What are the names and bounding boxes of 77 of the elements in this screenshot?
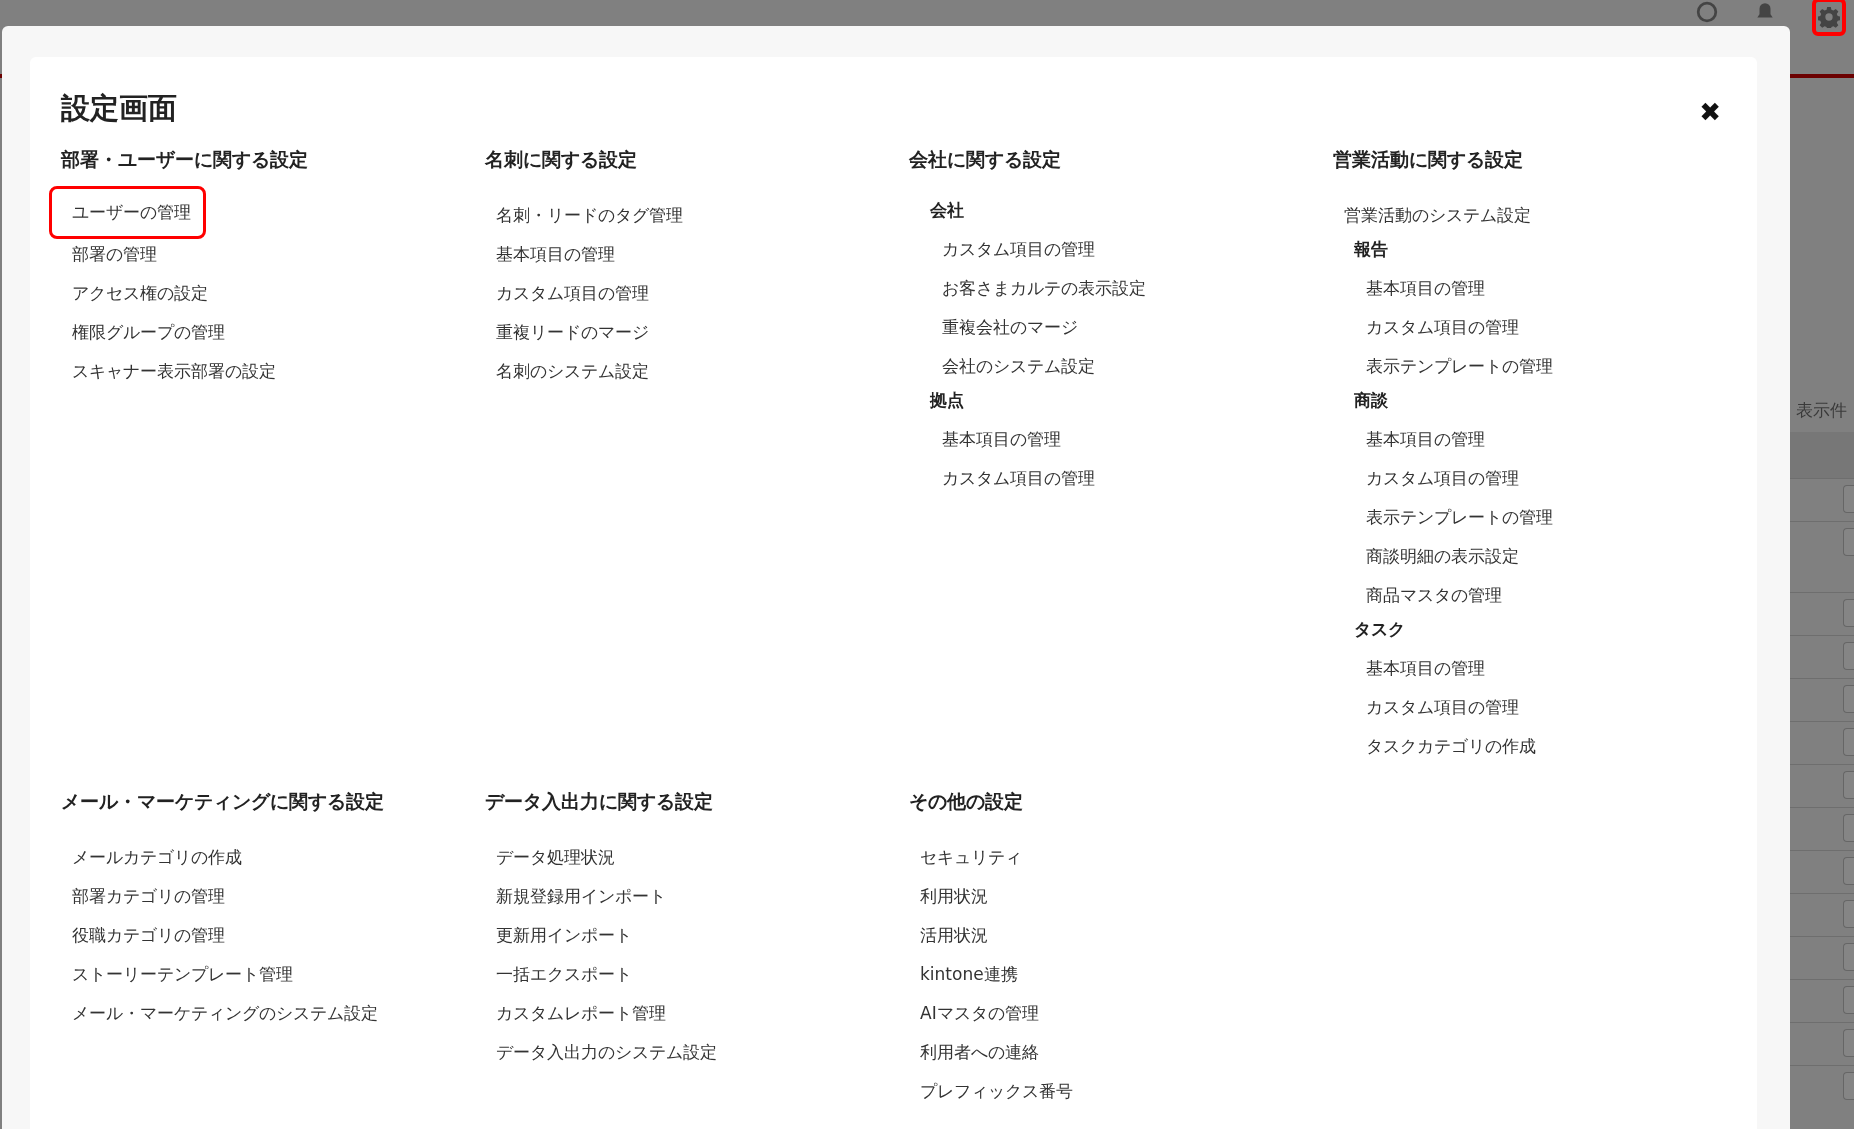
settings-link[interactable]: 部署カテゴリの管理 (49, 874, 240, 913)
settings-link[interactable]: 基本項目の管理 (1343, 417, 1500, 456)
settings-link[interactable]: ストーリーテンプレート管理 (49, 952, 308, 991)
settings-link[interactable]: 表示テンプレートの管理 (1343, 495, 1568, 534)
settings-link[interactable]: kintone連携 (897, 952, 1033, 991)
settings-link[interactable]: 表示テンプレートの管理 (1343, 344, 1568, 383)
settings-link[interactable]: ユーザーの管理 (49, 186, 206, 239)
settings-link[interactable]: カスタム項目の管理 (1343, 456, 1534, 495)
section-title: その他の設定 (909, 789, 1023, 814)
settings-link[interactable]: AIマスタの管理 (897, 991, 1054, 1030)
settings-link[interactable]: カスタムレポート管理 (473, 991, 681, 1030)
settings-link[interactable]: 新規登録用インポート (473, 874, 681, 913)
settings-link[interactable]: 基本項目の管理 (1343, 266, 1500, 305)
settings-link[interactable]: 活用状況 (897, 913, 1003, 952)
settings-link[interactable]: 基本項目の管理 (919, 417, 1076, 456)
section-title: 営業活動に関する設定 (1333, 147, 1523, 172)
row-button[interactable] (1843, 685, 1854, 713)
row-button[interactable] (1843, 642, 1854, 670)
group-label: 商談 (1354, 389, 1388, 412)
settings-link[interactable]: カスタム項目の管理 (919, 456, 1110, 495)
row-button[interactable] (1843, 986, 1854, 1014)
settings-link[interactable]: メール・マーケティングのシステム設定 (49, 991, 393, 1030)
group-label: 会社 (930, 199, 964, 222)
row-button[interactable] (1843, 857, 1854, 885)
row-button[interactable] (1843, 943, 1854, 971)
section-title: 名刺に関する設定 (485, 147, 637, 172)
section-title: データ入出力に関する設定 (485, 789, 713, 814)
row-button[interactable] (1843, 485, 1854, 513)
settings-link[interactable]: スキャナー表示部署の設定 (49, 349, 291, 388)
settings-link[interactable]: データ入出力のシステム設定 (473, 1030, 732, 1069)
row-button[interactable] (1843, 771, 1854, 799)
settings-link[interactable]: カスタム項目の管理 (919, 227, 1110, 266)
group-label: 拠点 (930, 389, 964, 412)
settings-link[interactable]: 重複リードのマージ (473, 310, 664, 349)
section-title: 会社に関する設定 (909, 147, 1061, 172)
row-button[interactable] (1843, 728, 1854, 756)
section-title: メール・マーケティングに関する設定 (61, 789, 384, 814)
count-label: 表示件 (1795, 399, 1848, 422)
settings-link[interactable]: 重複会社のマージ (919, 305, 1093, 344)
settings-link[interactable]: 一括エクスポート (473, 952, 647, 991)
settings-link[interactable]: カスタム項目の管理 (1343, 685, 1534, 724)
row-button[interactable] (1843, 814, 1854, 842)
settings-link[interactable]: メールカテゴリの作成 (49, 835, 257, 874)
settings-link[interactable]: 役職カテゴリの管理 (49, 913, 240, 952)
settings-link[interactable]: 名刺のシステム設定 (473, 349, 664, 388)
settings-link[interactable]: アクセス権の設定 (49, 271, 223, 310)
settings-link[interactable]: カスタム項目の管理 (473, 271, 664, 310)
settings-link[interactable]: 会社のシステム設定 (919, 344, 1110, 383)
settings-button[interactable] (1812, 0, 1846, 36)
row-button[interactable] (1843, 528, 1854, 556)
close-button[interactable]: ✖ (1689, 97, 1731, 127)
settings-link[interactable]: プレフィックス番号 (897, 1069, 1088, 1108)
row-button[interactable] (1843, 1072, 1854, 1100)
section-title: 部署・ユーザーに関する設定 (61, 147, 308, 172)
settings-link[interactable]: データ処理状況 (473, 835, 630, 874)
settings-link[interactable]: 更新用インポート (473, 913, 647, 952)
settings-link[interactable]: 利用者への連絡 (897, 1030, 1054, 1069)
row-button[interactable] (1843, 900, 1854, 928)
row-button[interactable] (1843, 1029, 1854, 1057)
settings-link[interactable]: 商品マスタの管理 (1343, 573, 1517, 612)
settings-link[interactable]: 基本項目の管理 (1343, 646, 1500, 685)
settings-link[interactable]: お客さまカルテの表示設定 (919, 266, 1161, 305)
settings-link[interactable]: タスクカテゴリの作成 (1343, 724, 1551, 763)
settings-link[interactable]: 利用状況 (897, 874, 1003, 913)
settings-link[interactable]: 名刺・リードのタグ管理 (473, 193, 698, 232)
settings-link[interactable]: カスタム項目の管理 (1343, 305, 1534, 344)
group-label: タスク (1354, 618, 1405, 641)
settings-link[interactable]: 営業活動のシステム設定 (1321, 193, 1546, 232)
gear-icon (1818, 6, 1840, 28)
settings-link[interactable]: 権限グループの管理 (49, 310, 240, 349)
settings-link[interactable]: セキュリティ (897, 835, 1037, 874)
help-icon[interactable] (1696, 1, 1718, 23)
settings-link[interactable]: 基本項目の管理 (473, 232, 630, 271)
dialog-title: 設定画面 (61, 90, 177, 127)
settings-link[interactable]: 商談明細の表示設定 (1343, 534, 1534, 573)
row-button[interactable] (1843, 599, 1854, 627)
group-label: 報告 (1354, 238, 1388, 261)
